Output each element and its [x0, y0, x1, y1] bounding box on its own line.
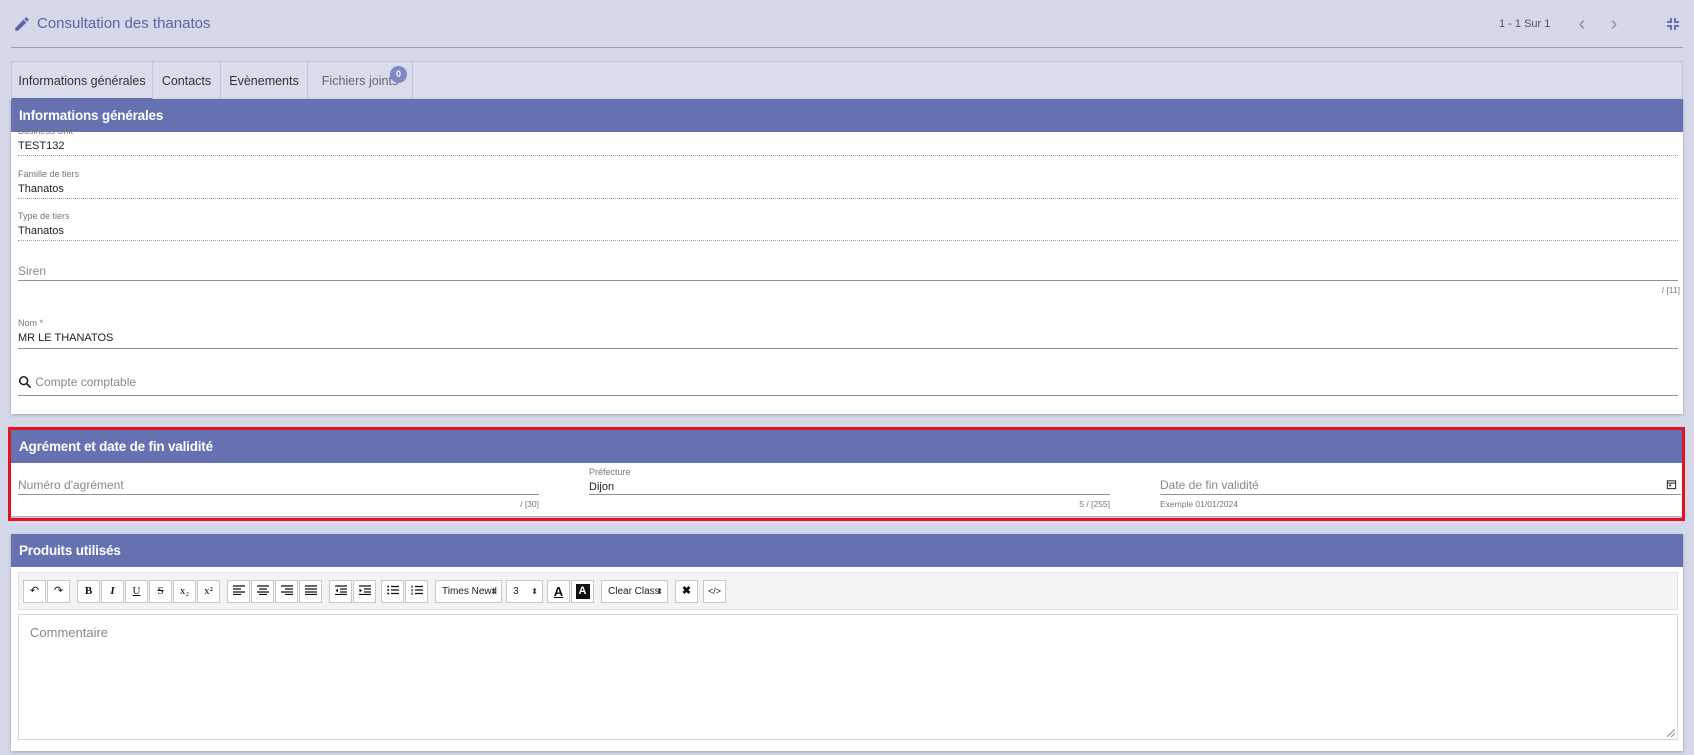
select-arrows-icon: ⬍ [531, 587, 538, 596]
bullet-list-button[interactable] [381, 580, 404, 603]
select-arrows-icon: ⬍ [656, 587, 663, 596]
char-counter: / [30] [520, 499, 539, 509]
field-placeholder: Siren [18, 264, 47, 278]
rich-text-toolbar: ↶ ↷ B I U S x₂ x² Times New I ⬍ 3 ⬍ A A … [18, 572, 1678, 610]
align-center-icon [256, 585, 269, 596]
numbered-list-icon [411, 585, 423, 595]
tab-evenements[interactable]: Evènements [221, 62, 308, 100]
field-value: Thanatos [18, 225, 64, 237]
famille-tiers-field[interactable]: Famille de tiers Thanatos [18, 169, 1678, 199]
strikethrough-button[interactable]: S [149, 580, 172, 603]
underline-button[interactable]: U [125, 580, 148, 603]
justify-button[interactable] [299, 580, 322, 603]
justify-icon [304, 585, 317, 596]
date-fin-validite-input[interactable]: Date de fin validité Exemple 01/01/2024 [1160, 478, 1681, 509]
attachments-count-badge: 0 [390, 66, 407, 83]
background-color-button[interactable]: A [571, 580, 594, 603]
remove-format-button[interactable]: ✖ [675, 580, 698, 603]
outdent-button[interactable] [329, 580, 352, 603]
undo-button[interactable]: ↶ [23, 580, 46, 603]
prefecture-input[interactable]: Préfecture Dijon 5 / [255] [589, 467, 1110, 509]
field-underline [18, 395, 1678, 396]
field-placeholder: Compte comptable [35, 375, 137, 389]
date-format-hint: Exemple 01/01/2024 [1160, 499, 1238, 509]
comment-editor[interactable]: Commentaire [18, 614, 1678, 740]
agrement-section: Agrément et date de fin validité Numéro … [11, 430, 1683, 516]
field-underline [18, 348, 1678, 349]
nom-input[interactable]: Nom * MR LE THANATOS [18, 318, 1678, 350]
siren-input[interactable]: Siren / [11] [18, 264, 1680, 304]
clear-class-select[interactable]: Clear Class ⬍ [601, 580, 668, 603]
background-color-icon: A [575, 584, 590, 599]
page-header: Consultation des thanatos 1 - 1 Sur 1 ‹ … [11, 0, 1683, 48]
char-counter: / [11] [1661, 285, 1680, 295]
align-left-button[interactable] [227, 580, 250, 603]
field-underline [1160, 494, 1681, 495]
section-header: Agrément et date de fin validité [11, 430, 1683, 463]
clear-class-value: Clear Class [608, 586, 660, 597]
tab-bar: Informations générales Contacts Evènemen… [11, 61, 1683, 100]
field-label: Nom * [18, 318, 44, 328]
resize-handle-icon[interactable] [1667, 729, 1675, 737]
field-label: Type de tiers [18, 211, 70, 221]
indent-icon [358, 585, 371, 596]
font-size-select[interactable]: 3 ⬍ [506, 580, 543, 603]
compte-comptable-input[interactable]: Compte comptable [18, 375, 1678, 397]
calendar-icon[interactable] [1666, 479, 1677, 490]
business-unit-field[interactable]: Business Unit TEST132 [18, 126, 1678, 156]
align-center-button[interactable] [251, 580, 274, 603]
field-value: Thanatos [18, 183, 64, 195]
field-underline [18, 494, 539, 495]
numero-agrement-input[interactable]: Numéro d'agrément / [30] [18, 478, 539, 509]
tab-contacts[interactable]: Contacts [153, 62, 221, 100]
field-label: Préfecture [589, 467, 631, 477]
page-title: Consultation des thanatos [37, 15, 211, 32]
align-right-button[interactable] [275, 580, 298, 603]
field-label: Business Unit [18, 126, 74, 136]
italic-button[interactable]: I [101, 580, 124, 603]
next-record-button[interactable]: › [1604, 14, 1624, 34]
field-underline [18, 198, 1678, 199]
general-info-section: Informations générales Business Unit TES… [11, 99, 1683, 414]
select-arrows-icon: ⬍ [490, 587, 497, 596]
superscript-button[interactable]: x² [197, 580, 220, 603]
type-tiers-field[interactable]: Type de tiers Thanatos [18, 211, 1678, 241]
redo-button[interactable]: ↷ [47, 580, 70, 603]
code-view-button[interactable]: </> [703, 580, 726, 603]
font-size-value: 3 [513, 586, 519, 597]
section-header: Produits utilisés [11, 534, 1683, 567]
field-placeholder: Date de fin validité [1160, 478, 1259, 492]
field-underline [18, 240, 1678, 241]
produits-section: Produits utilisés ↶ ↷ B I U S x₂ x² Time… [11, 534, 1683, 751]
indent-button[interactable] [353, 580, 376, 603]
bold-button[interactable]: B [77, 580, 100, 603]
pencil-icon [15, 17, 29, 31]
collapse-icon[interactable] [1665, 16, 1681, 32]
bullet-list-icon [386, 585, 399, 595]
font-family-select[interactable]: Times New I ⬍ [435, 580, 502, 603]
field-underline [18, 280, 1678, 281]
font-color-button[interactable]: A [547, 580, 570, 603]
field-value: Dijon [589, 481, 615, 493]
field-underline [589, 494, 1110, 495]
editor-placeholder: Commentaire [30, 625, 109, 640]
font-family-value: Times New I [442, 586, 498, 597]
field-placeholder: Numéro d'agrément [18, 478, 124, 492]
align-right-icon [280, 585, 293, 596]
field-value: TEST132 [18, 140, 65, 152]
numbered-list-button[interactable] [405, 580, 428, 603]
field-underline [18, 155, 1678, 156]
char-counter: 5 / [255] [1079, 499, 1110, 509]
tab-informations-generales[interactable]: Informations générales [12, 62, 153, 100]
previous-record-button[interactable]: ‹ [1572, 14, 1592, 34]
search-icon[interactable] [18, 375, 32, 389]
subscript-button[interactable]: x₂ [173, 580, 196, 603]
align-left-icon [232, 585, 245, 596]
field-label: Famille de tiers [18, 169, 80, 179]
field-value: MR LE THANATOS [18, 332, 114, 344]
pager-text: 1 - 1 Sur 1 [1499, 18, 1551, 30]
outdent-icon [334, 585, 347, 596]
